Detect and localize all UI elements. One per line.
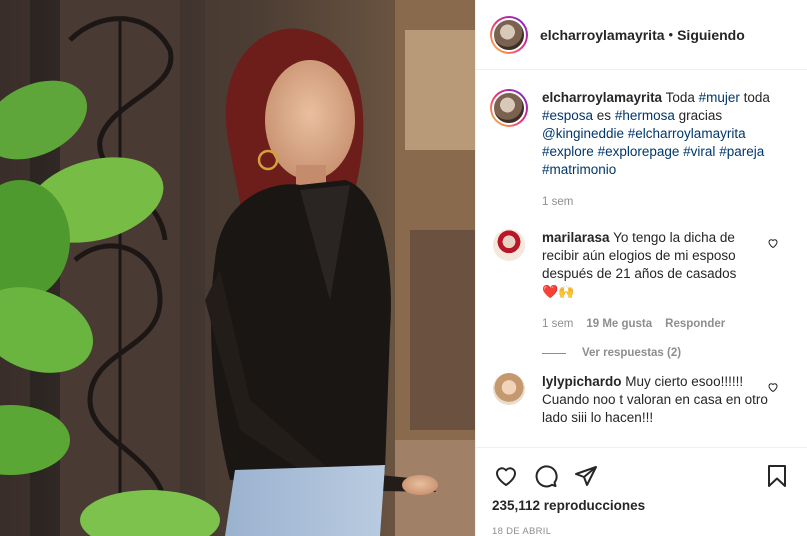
comment-like-heart-icon[interactable] — [767, 237, 779, 249]
hashtag-link[interactable]: #hermosa — [615, 108, 675, 123]
post-header: elcharroylamayrita • Siguiendo — [476, 0, 807, 70]
hashtag-link[interactable]: #explore — [542, 144, 594, 159]
hashtag-link[interactable]: #matrimonio — [542, 162, 616, 177]
hashtag-link[interactable]: #mujer — [699, 90, 740, 105]
hashtag-link[interactable]: #esposa — [542, 108, 593, 123]
action-icons — [492, 456, 791, 496]
following-button[interactable]: Siguiendo — [677, 27, 745, 43]
hashtag-link[interactable]: #viral — [683, 144, 715, 159]
commenter-avatar[interactable] — [493, 373, 525, 405]
heart-icon[interactable] — [492, 462, 520, 490]
reply-button[interactable]: Responder — [665, 315, 725, 333]
comments-list[interactable]: elcharroylamayrita Toda #mujer toda #esp… — [476, 71, 807, 447]
post-dialog: elcharroylamayrita • Siguiendo elcharroy… — [0, 0, 807, 536]
caption-text-part: toda — [739, 90, 770, 105]
hashtag-link[interactable]: #explorepage — [598, 144, 680, 159]
comment-text: lylypichardo Muy cierto esoo!!!!!! Cuand… — [542, 373, 791, 427]
caption-text-part: gracias — [674, 108, 723, 123]
caption-time[interactable]: 1 sem — [542, 193, 573, 211]
comment-emoji: ❤️🙌 — [542, 284, 575, 299]
post-actions: 235,112 reproducciones 18 DE ABRIL — [476, 447, 807, 536]
video-frame — [0, 0, 475, 536]
view-replies-label: Ver respuestas (2) — [582, 347, 682, 359]
caption-meta: 1 sem — [542, 193, 791, 211]
mention-link[interactable]: @kingineddie — [542, 126, 624, 141]
bookmark-icon[interactable] — [763, 462, 791, 490]
post-caption: elcharroylamayrita Toda #mujer toda #esp… — [490, 71, 791, 211]
view-replies-button[interactable]: Ver respuestas (2) — [542, 347, 791, 359]
comment-text: marilarasa Yo tengo la dicha de recibir … — [542, 229, 791, 333]
comment-icon[interactable] — [532, 462, 560, 490]
commenter-username[interactable]: lylypichardo — [542, 374, 622, 389]
commenter-avatar[interactable] — [493, 229, 525, 261]
caption-text-part: Toda — [662, 90, 699, 105]
post-date[interactable]: 18 DE ABRIL — [492, 526, 791, 536]
hashtag-link[interactable]: #pareja — [719, 144, 764, 159]
share-icon[interactable] — [572, 462, 600, 490]
caption-text-part: es — [593, 108, 615, 123]
author-avatar[interactable] — [490, 15, 528, 54]
separator-dot: • — [668, 27, 674, 42]
view-count[interactable]: 235,112 reproducciones — [492, 498, 791, 513]
comment-meta: 1 sem 19 Me gusta Responder — [542, 315, 769, 333]
comment-likes[interactable]: 19 Me gusta — [586, 315, 652, 333]
comment-like-heart-icon[interactable] — [767, 381, 779, 393]
hashtag-link[interactable]: #elcharroylamayrita — [628, 126, 746, 141]
caption-avatar[interactable] — [490, 89, 528, 127]
author-username[interactable]: elcharroylamayrita — [540, 27, 665, 43]
post-sidebar: elcharroylamayrita • Siguiendo elcharroy… — [475, 0, 807, 536]
comment-item: lylypichardo Muy cierto esoo!!!!!! Cuand… — [490, 373, 791, 427]
caption-text: elcharroylamayrita Toda #mujer toda #esp… — [542, 89, 791, 211]
caption-username[interactable]: elcharroylamayrita — [542, 90, 662, 105]
commenter-username[interactable]: marilarasa — [542, 230, 610, 245]
replies-divider — [542, 352, 566, 354]
post-video[interactable] — [0, 0, 475, 536]
comment-item: marilarasa Yo tengo la dicha de recibir … — [490, 229, 791, 333]
comment-time[interactable]: 1 sem — [542, 315, 573, 333]
